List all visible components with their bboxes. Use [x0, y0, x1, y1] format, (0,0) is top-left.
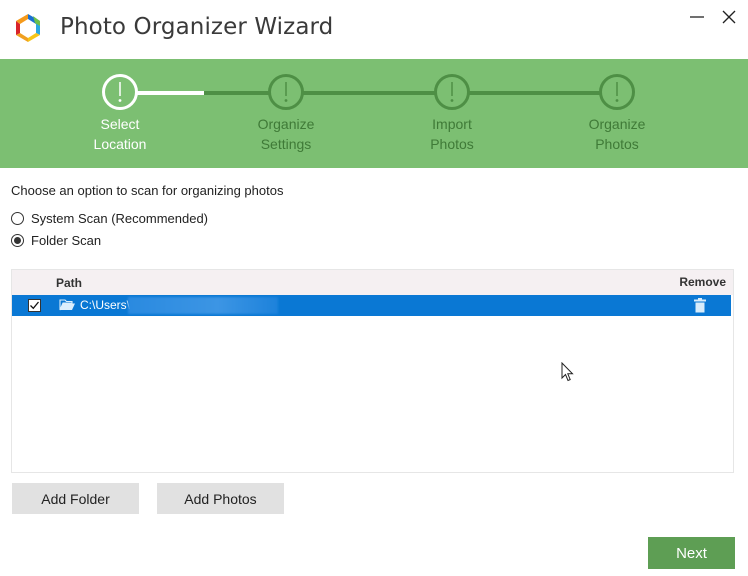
step-label-line1: Import: [432, 116, 472, 132]
exclamation-circle-icon: [450, 82, 454, 102]
radio-label: System Scan (Recommended): [31, 211, 209, 226]
step-label-line2: Settings: [260, 136, 312, 152]
folder-open-icon: [59, 299, 75, 311]
radio-folder-scan[interactable]: Folder Scan: [11, 233, 101, 248]
step-select-location: Select Location: [60, 74, 180, 154]
path-table: Path Remove C:\Users\: [11, 269, 734, 473]
step-label-line1: Organize: [588, 116, 646, 132]
checkmark-icon: [30, 301, 40, 310]
step-label-line1: Select: [100, 116, 140, 132]
minimize-button[interactable]: [684, 4, 710, 30]
trash-icon[interactable]: [694, 298, 706, 313]
step-label-line2: Photos: [595, 136, 639, 152]
redacted-path-region: [128, 297, 278, 314]
app-logo-icon: [16, 14, 40, 42]
radio-button[interactable]: [11, 212, 24, 225]
step-import-photos: Import Photos: [392, 74, 512, 154]
title-bar: Photo Organizer Wizard: [0, 0, 748, 59]
exclamation-circle-icon: [118, 82, 122, 102]
step-organize-settings: Organize Settings: [226, 74, 346, 154]
exclamation-circle-icon: [615, 82, 619, 102]
radio-label: Folder Scan: [31, 233, 102, 248]
scan-prompt: Choose an option to scan for organizing …: [11, 183, 284, 198]
radio-button[interactable]: [11, 234, 24, 247]
column-header-path: Path: [56, 276, 83, 290]
exclamation-circle-icon: [284, 82, 288, 102]
mouse-cursor-icon: [561, 362, 574, 382]
radio-system-scan[interactable]: System Scan (Recommended): [11, 211, 208, 226]
row-checkbox[interactable]: [28, 299, 41, 312]
table-header: Path Remove: [12, 270, 733, 295]
step-label-line2: Photos: [430, 136, 474, 152]
row-path-text: C:\Users\: [80, 298, 131, 312]
step-organize-photos: Organize Photos: [557, 74, 677, 154]
add-photos-button[interactable]: Add Photos: [157, 483, 284, 514]
window-title: Photo Organizer Wizard: [60, 14, 334, 40]
column-header-remove: Remove: [679, 275, 726, 289]
minimize-icon: [690, 16, 704, 18]
close-icon: [722, 10, 736, 24]
step-label-line2: Location: [93, 136, 147, 152]
wizard-stepper: Select Location Organize Settings Import Ph…: [0, 59, 748, 168]
next-button[interactable]: Next: [648, 537, 735, 569]
step-label-line1: Organize: [257, 116, 315, 132]
add-folder-button[interactable]: Add Folder: [12, 483, 139, 514]
table-row[interactable]: C:\Users\: [12, 295, 731, 316]
close-button[interactable]: [716, 4, 742, 30]
